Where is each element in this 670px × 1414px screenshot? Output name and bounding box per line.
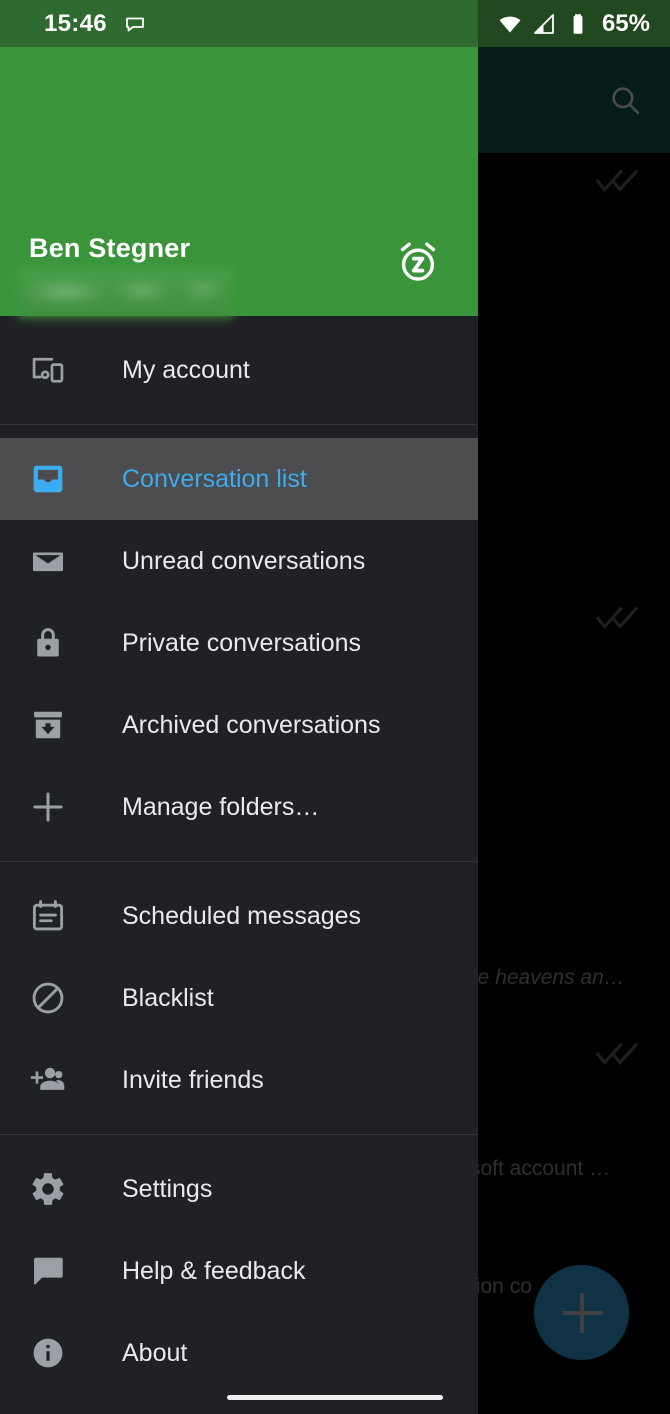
- sidebar-item-manage-folders[interactable]: Manage folders…: [0, 766, 478, 848]
- sidebar-item-label: About: [122, 1338, 188, 1367]
- archive-icon: [22, 699, 74, 751]
- sidebar-item-my-account[interactable]: My account: [0, 329, 478, 411]
- block-icon: [22, 972, 74, 1024]
- account-name: Ben Stegner: [29, 233, 191, 263]
- status-bar-left: 15:46: [0, 10, 147, 38]
- sidebar-item-label: Scheduled messages: [122, 901, 362, 930]
- person-add-icon: [22, 1054, 74, 1106]
- sidebar-item-label: Archived conversations: [122, 710, 381, 739]
- status-bar: 15:46 65%: [0, 0, 670, 47]
- sidebar-item-invite-friends[interactable]: Invite friends: [0, 1039, 478, 1121]
- sidebar-item-label: My account: [122, 355, 250, 384]
- account-email-redacted: [18, 268, 233, 318]
- drawer-group-conversations: Conversation list Unread conversations P…: [0, 424, 478, 861]
- phone-screen: he heavens an… soft account … tion co 15…: [0, 0, 670, 1414]
- message-bubble-icon: [123, 12, 147, 36]
- sidebar-item-private-conversations[interactable]: Private conversations: [0, 602, 478, 684]
- drawer-scrim[interactable]: [478, 47, 670, 1414]
- sidebar-item-unread-conversations[interactable]: Unread conversations: [0, 520, 478, 602]
- gesture-home-handle[interactable]: [227, 1394, 443, 1400]
- plus-icon: [22, 781, 74, 833]
- lock-icon: [22, 617, 74, 669]
- drawer-account-header[interactable]: Ben Stegner: [0, 47, 478, 318]
- sidebar-item-blacklist[interactable]: Blacklist: [0, 957, 478, 1039]
- info-icon: [22, 1327, 74, 1379]
- drawer-menu: My account Conversation list Unread conv…: [0, 316, 478, 1414]
- feedback-icon: [22, 1245, 74, 1297]
- inbox-icon: [22, 453, 74, 505]
- envelope-icon: [22, 535, 74, 587]
- gear-icon: [22, 1163, 74, 1215]
- sidebar-item-scheduled-messages[interactable]: Scheduled messages: [0, 875, 478, 957]
- status-bar-clock: 15:46: [44, 9, 107, 37]
- sidebar-item-label: Help & feedback: [122, 1256, 306, 1285]
- navigation-drawer: Ben Stegner My account Conversation list…: [0, 47, 478, 1414]
- calendar-icon: [22, 890, 74, 942]
- sidebar-item-label: Invite friends: [122, 1065, 264, 1094]
- sidebar-item-label: Blacklist: [122, 983, 214, 1012]
- drawer-group-system: Settings Help & feedback About: [0, 1134, 478, 1407]
- gesture-navigation-bar: [0, 1380, 670, 1414]
- drawer-group-account: My account: [0, 316, 478, 424]
- drawer-group-tools: Scheduled messages Blacklist Invite frie…: [0, 861, 478, 1134]
- sidebar-item-label: Manage folders…: [122, 792, 320, 821]
- sidebar-item-label: Settings: [122, 1174, 213, 1203]
- sidebar-item-label: Conversation list: [122, 464, 307, 493]
- status-bar-right: 65%: [498, 0, 650, 47]
- sidebar-item-label: Unread conversations: [122, 546, 366, 575]
- sidebar-item-conversation-list[interactable]: Conversation list: [0, 438, 478, 520]
- sidebar-item-archived-conversations[interactable]: Archived conversations: [0, 684, 478, 766]
- battery-icon: [566, 12, 590, 36]
- cellular-signal-icon: [532, 12, 556, 36]
- wifi-icon: [498, 12, 522, 36]
- devices-icon: [22, 344, 74, 396]
- battery-percent-label: 65%: [601, 9, 650, 37]
- sidebar-item-label: Private conversations: [122, 628, 362, 657]
- sidebar-item-help-feedback[interactable]: Help & feedback: [0, 1230, 478, 1312]
- sidebar-item-settings[interactable]: Settings: [0, 1148, 478, 1230]
- snooze-icon[interactable]: [394, 237, 442, 285]
